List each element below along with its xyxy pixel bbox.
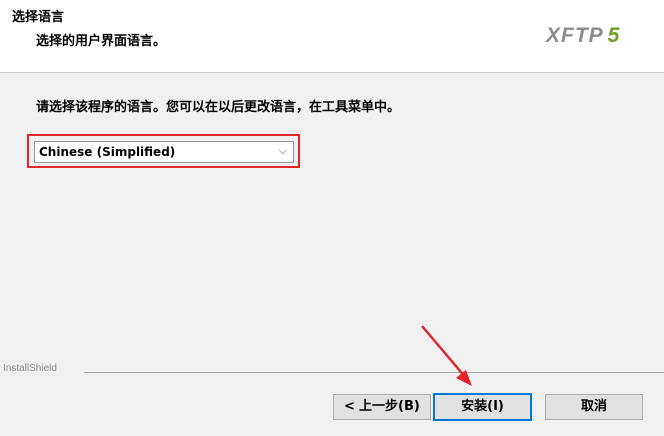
red-arrow-annotation xyxy=(421,325,472,386)
